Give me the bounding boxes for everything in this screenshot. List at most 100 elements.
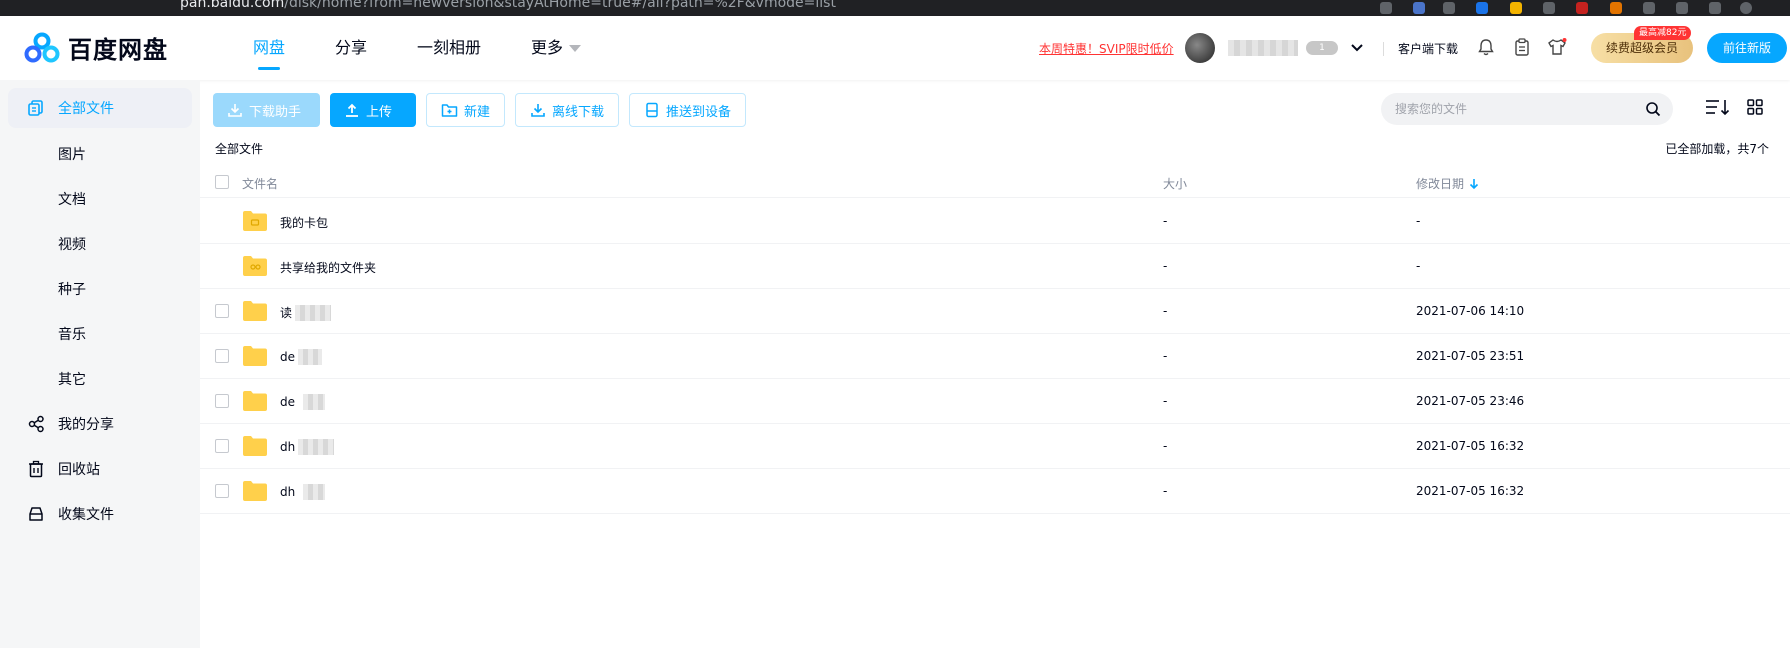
sidebar-item-images[interactable]: 图片 bbox=[0, 131, 200, 176]
all-files-icon bbox=[28, 100, 43, 116]
column-header-size[interactable]: 大小 bbox=[1163, 175, 1187, 192]
search-input[interactable] bbox=[1395, 93, 1635, 125]
file-name[interactable]: dh bbox=[280, 484, 326, 500]
sidebar-item-my-shares[interactable]: 我的分享 bbox=[0, 401, 200, 446]
sidebar-item-music[interactable]: 音乐 bbox=[0, 311, 200, 356]
chevron-down-icon[interactable] bbox=[1350, 41, 1364, 55]
new-version-button[interactable]: 前往新版 bbox=[1707, 33, 1787, 63]
avatar[interactable] bbox=[1185, 33, 1215, 63]
upload-icon bbox=[346, 103, 358, 117]
divider bbox=[1383, 42, 1384, 56]
search-icon[interactable] bbox=[1645, 101, 1661, 117]
device-icon bbox=[646, 102, 658, 118]
table-row[interactable]: dh - 2021-07-05 16:32 bbox=[200, 469, 1790, 514]
row-checkbox[interactable] bbox=[215, 394, 229, 408]
file-name[interactable]: de bbox=[280, 349, 322, 365]
column-header-date[interactable]: 修改日期 bbox=[1416, 175, 1479, 192]
extension-icon[interactable] bbox=[1543, 2, 1555, 14]
folder-icon bbox=[243, 301, 267, 321]
table-row[interactable]: 读 - 2021-07-06 14:10 bbox=[200, 289, 1790, 334]
folder-icon bbox=[243, 346, 267, 366]
sidebar-item-videos[interactable]: 视频 bbox=[0, 221, 200, 266]
sidebar-item-torrents[interactable]: 种子 bbox=[0, 266, 200, 311]
file-name[interactable]: 共享给我的文件夹 bbox=[280, 259, 376, 276]
extension-icon[interactable] bbox=[1610, 2, 1622, 14]
file-name[interactable]: dh bbox=[280, 439, 335, 455]
table-row[interactable]: 我的卡包 - - bbox=[200, 199, 1790, 244]
folder-icon bbox=[243, 436, 267, 456]
extension-icon[interactable] bbox=[1576, 2, 1588, 14]
bell-icon[interactable] bbox=[1478, 38, 1494, 56]
grid-view-icon[interactable] bbox=[1747, 99, 1763, 115]
folder-icon bbox=[243, 481, 267, 501]
column-header-name[interactable]: 文件名 bbox=[242, 175, 278, 192]
table-row[interactable]: 共享给我的文件夹 - - bbox=[200, 244, 1790, 289]
push-to-device-button[interactable]: 推送到设备 bbox=[629, 93, 747, 127]
sidebar-item-other[interactable]: 其它 bbox=[0, 356, 200, 401]
nav-more[interactable]: 更多 bbox=[506, 16, 606, 80]
extension-icon[interactable] bbox=[1510, 2, 1522, 14]
sort-down-icon bbox=[1469, 178, 1479, 189]
logo-text: 百度网盘 bbox=[68, 36, 168, 64]
file-name[interactable]: de bbox=[280, 394, 325, 410]
download-helper-button[interactable]: 下载助手 bbox=[213, 93, 320, 127]
promo-link[interactable]: 本周特惠！SVIP限时低价 bbox=[1039, 40, 1174, 57]
file-date: 2021-07-06 14:10 bbox=[1416, 304, 1525, 318]
nav-netdisk[interactable]: 网盘 bbox=[228, 16, 310, 80]
extension-icon[interactable] bbox=[1443, 2, 1455, 14]
file-size: - bbox=[1163, 304, 1168, 318]
file-date: 2021-07-05 16:32 bbox=[1416, 484, 1525, 498]
new-folder-icon bbox=[441, 104, 458, 117]
trash-icon bbox=[29, 460, 43, 477]
extension-icon[interactable] bbox=[1380, 2, 1392, 14]
search-box bbox=[1381, 93, 1673, 125]
sidebar-item-label: 音乐 bbox=[58, 326, 86, 343]
breadcrumb: 全部文件 bbox=[215, 142, 264, 156]
table-row[interactable]: de - 2021-07-05 23:51 bbox=[200, 334, 1790, 379]
blurred-text bbox=[298, 349, 322, 365]
table-row[interactable]: dh - 2021-07-05 16:32 bbox=[200, 424, 1790, 469]
upload-button[interactable]: 上传 bbox=[330, 93, 416, 127]
row-checkbox[interactable] bbox=[215, 304, 229, 318]
new-folder-button[interactable]: 新建 bbox=[426, 93, 506, 127]
clipboard-icon[interactable] bbox=[1514, 38, 1530, 56]
row-checkbox[interactable] bbox=[215, 439, 229, 453]
extension-icon[interactable] bbox=[1643, 2, 1655, 14]
file-size: - bbox=[1163, 439, 1168, 453]
username-blurred[interactable] bbox=[1228, 40, 1298, 56]
select-all-checkbox[interactable] bbox=[215, 175, 229, 189]
row-checkbox[interactable] bbox=[215, 484, 229, 498]
tshirt-icon[interactable] bbox=[1547, 38, 1567, 56]
sidebar-item-label: 视频 bbox=[58, 236, 86, 253]
client-download-link[interactable]: 客户端下载 bbox=[1398, 40, 1458, 57]
sidebar-item-collect-files[interactable]: 收集文件 bbox=[0, 491, 200, 536]
sidebar-item-label: 图片 bbox=[58, 146, 86, 163]
card-folder-icon bbox=[243, 211, 267, 231]
nav-share[interactable]: 分享 bbox=[310, 16, 392, 80]
sidebar-item-all-files[interactable]: 全部文件 bbox=[8, 88, 192, 128]
file-size: - bbox=[1163, 259, 1168, 273]
table-row[interactable]: de - 2021-07-05 23:46 bbox=[200, 379, 1790, 424]
file-name[interactable]: 读 bbox=[280, 304, 332, 321]
file-name[interactable]: 我的卡包 bbox=[280, 214, 328, 231]
sidebar-item-documents[interactable]: 文档 bbox=[0, 176, 200, 221]
extension-icon[interactable] bbox=[1476, 2, 1488, 14]
sidebar-item-label: 种子 bbox=[58, 281, 86, 298]
puzzle-icon[interactable] bbox=[1676, 2, 1688, 14]
sort-icon[interactable] bbox=[1705, 98, 1731, 116]
sidebar-item-recycle-bin[interactable]: 回收站 bbox=[0, 446, 200, 491]
nav-album[interactable]: 一刻相册 bbox=[392, 16, 506, 80]
sidebar-item-label: 其它 bbox=[58, 371, 86, 388]
file-size: - bbox=[1163, 394, 1168, 408]
collect-icon bbox=[29, 506, 43, 521]
extension-icon[interactable] bbox=[1413, 2, 1425, 14]
logo[interactable]: 百度网盘 bbox=[24, 30, 168, 65]
profile-icon[interactable] bbox=[1740, 2, 1752, 14]
row-checkbox[interactable] bbox=[215, 349, 229, 363]
sidebar-item-label: 全部文件 bbox=[58, 101, 114, 117]
vip-level-badge: 1 bbox=[1306, 41, 1338, 55]
discount-tag: 最高减82元 bbox=[1634, 26, 1692, 40]
address-bar[interactable]: pan.baidu.com/disk/home?from=newversion&… bbox=[180, 0, 836, 11]
offline-download-button[interactable]: 离线下载 bbox=[515, 93, 620, 127]
window-icon[interactable] bbox=[1709, 2, 1721, 14]
